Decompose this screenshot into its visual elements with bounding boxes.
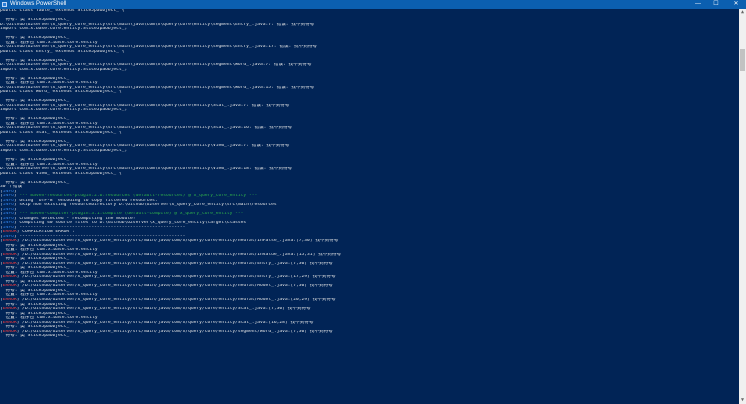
console-line-text: 符号: 类 SliceJpaObject_ <box>0 279 70 284</box>
console-line-text: COMPILATION ERROR : <box>22 230 75 235</box>
minimize-button[interactable]: — <box>690 0 706 9</box>
console-line-text: /D:/Github/o2server/x_query_core_entity/… <box>22 320 314 325</box>
console-line-text: D:\Github\o2server\x_query_core_entity\s… <box>0 45 318 50</box>
console-line-text: 位置: 程序包 com.x.base.core.entity <box>0 121 98 126</box>
log-level-tag: ERROR <box>2 298 17 302</box>
log-level-tag: INFO <box>2 216 14 221</box>
console-line-text: ----------------------------------------… <box>19 225 186 230</box>
log-level-tag: ERROR <box>2 239 17 244</box>
scroll-up-icon[interactable]: ▲ <box>739 9 746 16</box>
console-line-text: D:\Github\o2server\x_query_core_entity\s… <box>0 167 293 172</box>
console-line-text: 符号: 类 SliceJpaObject_ <box>0 76 70 81</box>
powershell-window: Windows PowerShell — ☐ ✕ public class Ta… <box>0 0 746 404</box>
console-line-text: public class Entry_ extends SliceJpaObje… <box>0 49 125 54</box>
console-line-text: Using 'UTF-8' encoding to copy filtered … <box>19 198 158 203</box>
log-level-tag: INFO <box>2 194 14 199</box>
maximize-button[interactable]: ☐ <box>708 0 724 9</box>
log-level-tag: ERROR <box>2 307 17 312</box>
console-line-text: /D:/Github/o2server/x_query_core_entity/… <box>22 275 336 280</box>
console-line-text: /D:/Github/o2server/x_query_core_entity/… <box>22 284 333 289</box>
title-bar[interactable]: Windows PowerShell — ☐ ✕ <box>0 0 746 9</box>
console-line-text: Changes detected - recompiling the modul… <box>19 216 136 221</box>
console-line-text: 符号: 类 SliceJpaObject_ <box>0 243 70 248</box>
log-level-tag: INFO <box>2 221 14 226</box>
log-level-tag: ERROR <box>2 275 17 280</box>
console-line-text: D:\Github\o2server\x_query_core_entity\s… <box>0 144 290 149</box>
log-level-tag: INFO <box>2 198 14 203</box>
log-level-tag: INFO <box>2 234 14 239</box>
console-line-text: import com.x.base.core.entity.SliceJpaOb… <box>0 108 128 113</box>
close-button[interactable]: ✕ <box>728 0 744 9</box>
console-line-text: public class Word_ extends SliceJpaObjec… <box>0 90 122 95</box>
console-line-text: 符号: 类 SliceJpaObject_ <box>0 311 70 316</box>
console-line-text: ----------------------------------------… <box>19 234 186 239</box>
console-line-text: 符号: 类 SliceJpaObject_ <box>0 288 70 293</box>
log-bracket: ] <box>13 189 20 194</box>
console-line-text: 位置: 程序包 com.x.base.core.entity <box>0 270 98 275</box>
scrollbar-thumb[interactable] <box>740 49 745 71</box>
console-line-text: 符号: 类 SliceJpaObject_ <box>0 58 70 63</box>
log-level-tag: INFO <box>2 212 14 217</box>
console-line-text: /D:/Github/o2server/x_query_core_entity/… <box>22 298 336 302</box>
console-line-text: 符号: 类 SliceJpaObject_ <box>0 257 70 262</box>
console-line-text: public class View_ extends SliceJpaObjec… <box>0 171 122 176</box>
console-line-text: /D:/Github/o2server/x_query_core_entity/… <box>22 239 339 244</box>
plugin-execution-text: --- maven-resources-plugin:2.6:resources… <box>19 194 258 199</box>
log-level-tag: ERROR <box>2 252 17 257</box>
log-bracket: ] <box>13 207 20 212</box>
console-line-text: 符号: 类 SliceJpaObject_ <box>0 266 70 271</box>
log-level-tag: INFO <box>2 207 14 212</box>
console-line-text: 位置: 程序包 com.x.base.core.entity <box>0 248 98 253</box>
console-line-text: D:\Github\o2server\x_query_core_entity\s… <box>0 85 315 90</box>
console-output[interactable]: public class Table_ extends SliceJpaObje… <box>0 9 739 404</box>
console-line-text: 符号: 类 SliceJpaObject_ <box>0 18 70 23</box>
console-line-text: 符号: 类 SliceJpaObject_ <box>0 325 70 330</box>
console-line-text: 符号: 类 SliceJpaObject_ <box>0 334 70 339</box>
console-line-text: 符号: 类 SliceJpaObject_ <box>0 99 70 104</box>
console-line-text: 位置: 程序包 com.x.base.core.entity <box>0 162 98 167</box>
scroll-down-icon[interactable]: ▼ <box>739 397 746 404</box>
console-line-text: import com.x.base.core.entity.SliceJpaOb… <box>0 148 128 153</box>
console-line-text: public class Table_ extends SliceJpaObje… <box>0 9 125 13</box>
console-line-text: 符号: 类 SliceJpaObject_ <box>0 158 70 163</box>
console-line-text: 符号: 类 SliceJpaObject_ <box>0 117 70 122</box>
console-line-text: 30 个错误 <box>0 185 23 190</box>
powershell-icon <box>2 2 7 7</box>
log-level-tag: INFO <box>2 189 14 194</box>
log-level-tag: ERROR <box>2 261 17 266</box>
log-level-tag: INFO <box>2 203 14 208</box>
console-line-text: Compiling 40 source files to D:\Github\o… <box>19 221 247 226</box>
console-line-text: 符号: 类 SliceJpaObject_ <box>0 180 70 185</box>
console-line-text: 符号: 类 SliceJpaObject_ <box>0 139 70 144</box>
log-level-tag: ERROR <box>2 284 17 289</box>
console-line-text: 符号: 类 SliceJpaObject_ <box>0 302 70 307</box>
log-level-tag: ERROR <box>2 329 17 334</box>
console-line-text: 符号: 类 SliceJpaObject_ <box>0 36 70 41</box>
console-line-text: /D:/Github/o2server/x_query_core_entity/… <box>22 261 333 266</box>
plugin-execution-text: --- maven-compiler-plugin:3.1:compile (d… <box>19 212 244 217</box>
vertical-scrollbar[interactable]: ▲ ▼ <box>739 9 746 404</box>
console-line-text: 位置: 程序包 com.x.base.core.entity <box>0 81 98 86</box>
console-line-text: D:\Github\o2server\x_query_core_entity\s… <box>0 22 315 27</box>
console-line-text: /D:/Github/o2server/x_query_core_entity/… <box>22 307 311 312</box>
console-line-text: 位置: 程序包 com.x.base.core.entity <box>0 40 98 45</box>
console-line-text: 位置: 程序包 com.x.base.core.entity <box>0 316 98 321</box>
console-line-text: D:\Github\o2server\x_query_core_entity\s… <box>0 63 312 68</box>
log-level-tag: ERROR <box>2 230 17 235</box>
console-line-text: D:\Github\o2server\x_query_core_entity\s… <box>0 103 290 108</box>
console-line-text: D:\Github\o2server\x_query_core_entity\s… <box>0 126 293 131</box>
console-line: 符号: 类 SliceJpaObject_ <box>0 334 739 339</box>
log-level-tag: INFO <box>2 225 14 230</box>
console-line-text: /D:/Github/o2server/x_query_core_entity/… <box>22 329 333 334</box>
console-line-text: 位置: 程序包 com.x.base.core.entity <box>0 293 98 298</box>
console-line-text: /D:/Github/o2server/x_query_core_entity/… <box>22 252 342 257</box>
console-line-text: public class Stat_ extends SliceJpaObjec… <box>0 130 122 135</box>
console-line-text: import com.x.base.core.entity.SliceJpaOb… <box>0 27 128 32</box>
log-level-tag: ERROR <box>2 320 17 325</box>
console-line-text: skip non existing resourceDirectory D:\G… <box>19 203 277 208</box>
window-title: Windows PowerShell <box>10 1 67 7</box>
console-line-text: import com.x.base.core.entity.SliceJpaOb… <box>0 67 128 72</box>
